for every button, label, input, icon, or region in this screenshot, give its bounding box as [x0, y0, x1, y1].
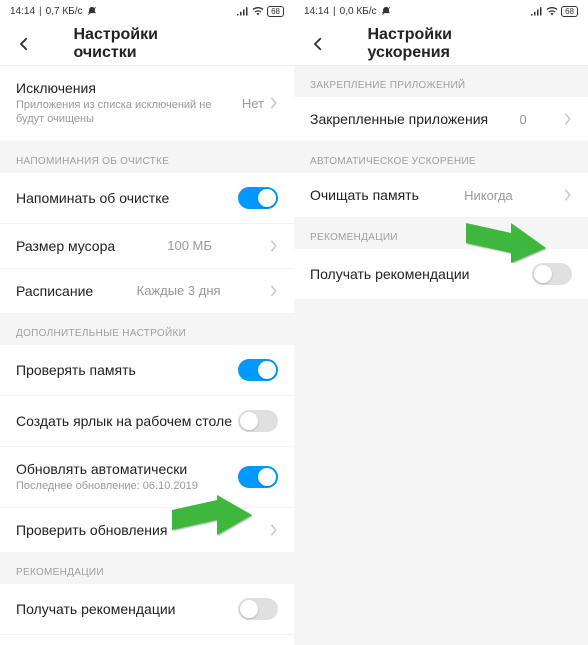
row-sub: Последнее обновление: 06.10.2019	[16, 479, 238, 493]
chevron-right-icon	[270, 524, 278, 536]
row-value: Никогда	[464, 188, 513, 203]
section-header-auto-boost: АВТОМАТИЧЕСКОЕ УСКОРЕНИЕ	[294, 142, 588, 173]
chevron-right-icon	[270, 285, 278, 297]
row-trash-size[interactable]: Размер мусора 100 МБ	[0, 224, 294, 269]
back-button[interactable]	[12, 32, 36, 56]
phone-left: 14:14 | 0,7 КБ/с 68 Настройки очистки Ис…	[0, 0, 294, 645]
row-clean-memory[interactable]: Очищать память Никогда	[294, 173, 588, 218]
header: Настройки ускорения	[294, 22, 588, 66]
row-remind[interactable]: Напоминать об очистке	[0, 173, 294, 224]
row-title: Создать ярлык на рабочем столе	[16, 413, 232, 429]
row-title: Исключения	[16, 80, 242, 96]
header: Настройки очистки	[0, 22, 294, 66]
wifi-icon	[252, 6, 264, 16]
annotation-arrow	[466, 213, 546, 263]
row-title: Проверить обновления	[16, 522, 167, 538]
row-title: Проверять память	[16, 362, 136, 378]
chevron-right-icon	[564, 113, 572, 125]
status-bar: 14:14 | 0,0 КБ/с 68	[294, 0, 588, 22]
toggle-auto-update[interactable]	[238, 466, 278, 488]
section-header-pinning: ЗАКРЕПЛЕНИЕ ПРИЛОЖЕНИЙ	[294, 66, 588, 97]
row-title: Получать рекомендации	[16, 601, 175, 617]
dnd-icon	[381, 6, 391, 16]
back-button[interactable]	[306, 32, 330, 56]
row-title: Размер мусора	[16, 238, 115, 254]
signal-icon	[531, 6, 543, 16]
section-header-recommendations: РЕКОМЕНДАЦИИ	[0, 553, 294, 584]
row-check-memory[interactable]: Проверять память	[0, 345, 294, 396]
toggle-recommendations[interactable]	[238, 598, 278, 620]
page-title: Настройки очистки	[74, 26, 221, 62]
row-schedule[interactable]: Расписание Каждые 3 дня	[0, 269, 294, 314]
battery-icon: 68	[561, 6, 578, 17]
toggle-remind[interactable]	[238, 187, 278, 209]
signal-icon	[237, 6, 249, 16]
row-value: 100 МБ	[167, 238, 212, 253]
chevron-right-icon	[270, 240, 278, 252]
row-sub: Приложения из списка исключений не будут…	[16, 98, 242, 127]
section-header-advanced: ДОПОЛНИТЕЛЬНЫЕ НАСТРОЙКИ	[0, 314, 294, 345]
dnd-icon	[87, 6, 97, 16]
row-title: Расписание	[16, 283, 93, 299]
page-title: Настройки ускорения	[368, 26, 515, 62]
section-header-reminders: НАПОМИНАНИЯ ОБ ОЧИСТКЕ	[0, 142, 294, 173]
row-title: Закрепленные приложения	[310, 111, 488, 127]
row-wifi-only[interactable]: Загружать только по Wi-Fi	[0, 635, 294, 645]
status-bar: 14:14 | 0,7 КБ/с 68	[0, 0, 294, 22]
row-title: Обновлять автоматически	[16, 461, 238, 477]
status-time: 14:14	[10, 6, 35, 17]
toggle-shortcut[interactable]	[238, 410, 278, 432]
annotation-arrow	[172, 495, 252, 545]
row-title: Получать рекомендации	[310, 266, 469, 282]
row-recommendations[interactable]: Получать рекомендации	[0, 584, 294, 635]
toggle-recommendations[interactable]	[532, 263, 572, 285]
phone-right: 14:14 | 0,0 КБ/с 68 Настройки ускорения …	[294, 0, 588, 645]
row-title: Напоминать об очистке	[16, 190, 169, 206]
battery-icon: 68	[267, 6, 284, 17]
row-value: 0	[519, 112, 526, 127]
row-shortcut[interactable]: Создать ярлык на рабочем столе	[0, 396, 294, 447]
status-net: 0,7 КБ/с	[46, 6, 83, 17]
row-title: Очищать память	[310, 187, 419, 203]
wifi-icon	[546, 6, 558, 16]
status-time: 14:14	[304, 6, 329, 17]
toggle-check-memory[interactable]	[238, 359, 278, 381]
status-net: 0,0 КБ/с	[340, 6, 377, 17]
row-value: Нет	[242, 96, 264, 111]
row-exclusions[interactable]: Исключения Приложения из списка исключен…	[0, 66, 294, 142]
row-pinned-apps[interactable]: Закрепленные приложения 0	[294, 97, 588, 142]
chevron-right-icon	[270, 97, 278, 109]
chevron-right-icon	[564, 189, 572, 201]
row-value: Каждые 3 дня	[137, 283, 221, 298]
